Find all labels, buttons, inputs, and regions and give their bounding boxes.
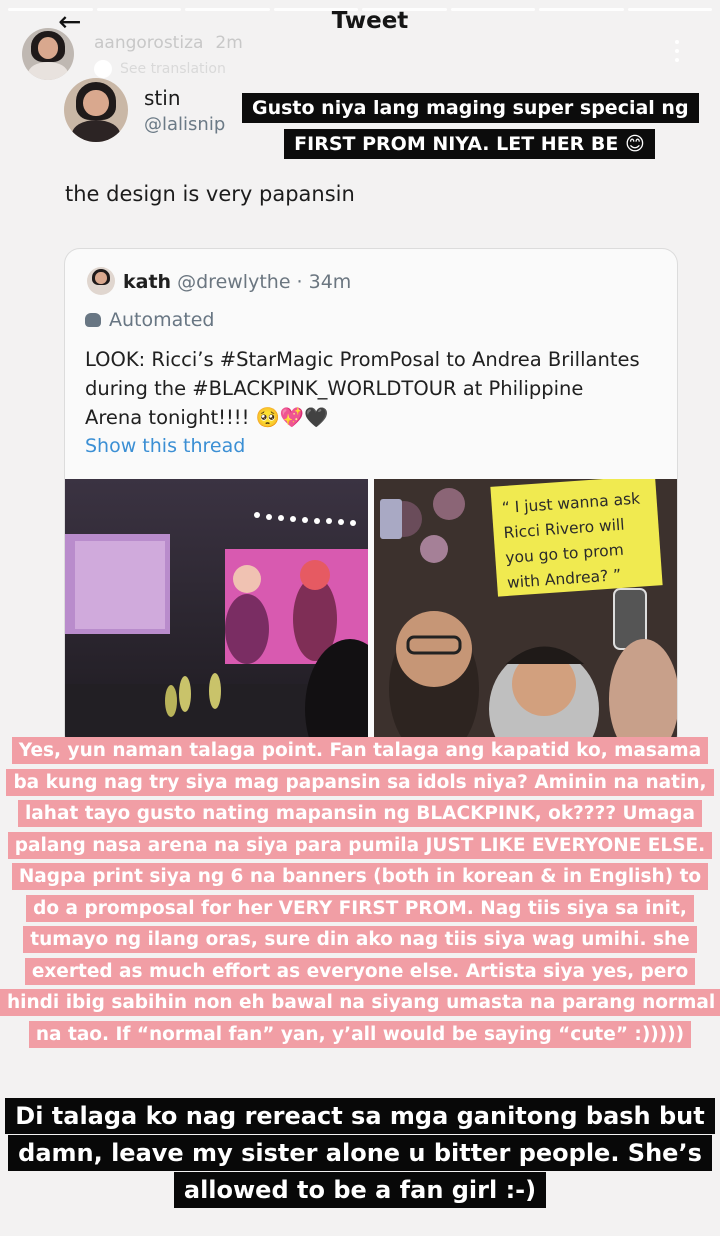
quoted-author: kath @drewlythe · 34m [123,271,351,293]
more-options-icon[interactable] [672,40,682,67]
quoted-author-name: kath [123,271,172,293]
story-view: ← Tweet aangorostiza 2m See translation s… [0,0,720,1236]
tweet-author-name: stin [144,86,181,110]
tweet-author-avatar [64,78,128,142]
top-caption: Gusto niya lang maging super special ng … [242,90,699,162]
bottom-caption: Di talaga ko nag rereact sa mga ganitong… [0,1098,720,1209]
translate-icon [94,60,112,78]
quoted-author-avatar [87,267,115,295]
quoted-author-meta: @drewlythe · 34m [177,271,352,293]
prom-sign-text: “ I just wanna ask Ricci Rivero will you… [490,479,663,597]
pink-caption: Yes, yun naman talaga point. Fan talaga … [0,735,720,1050]
quoted-tweet-body: LOOK: Ricci’s #StarMagic PromPosal to An… [85,348,640,429]
story-time: 2m [215,33,243,53]
show-thread-link[interactable]: Show this thread [85,435,245,457]
automated-label: Automated [85,309,214,331]
robot-icon [85,313,101,327]
fan-sign-photo[interactable]: “ I just wanna ask Ricci Rivero will you… [374,479,677,749]
quoted-tweet-card[interactable]: kath @drewlythe · 34m Automated LOOK: Ri… [64,248,678,750]
tweet-author-handle: @lalisnip [144,114,226,135]
tweet-text: the design is very papansin [65,182,355,206]
story-avatar[interactable] [22,28,74,80]
tweet-page-title: Tweet [331,8,409,34]
see-translation-link[interactable]: See translation [94,60,226,78]
concert-stage-photo[interactable] [65,479,368,749]
story-username[interactable]: aangorostiza 2m [94,33,243,53]
